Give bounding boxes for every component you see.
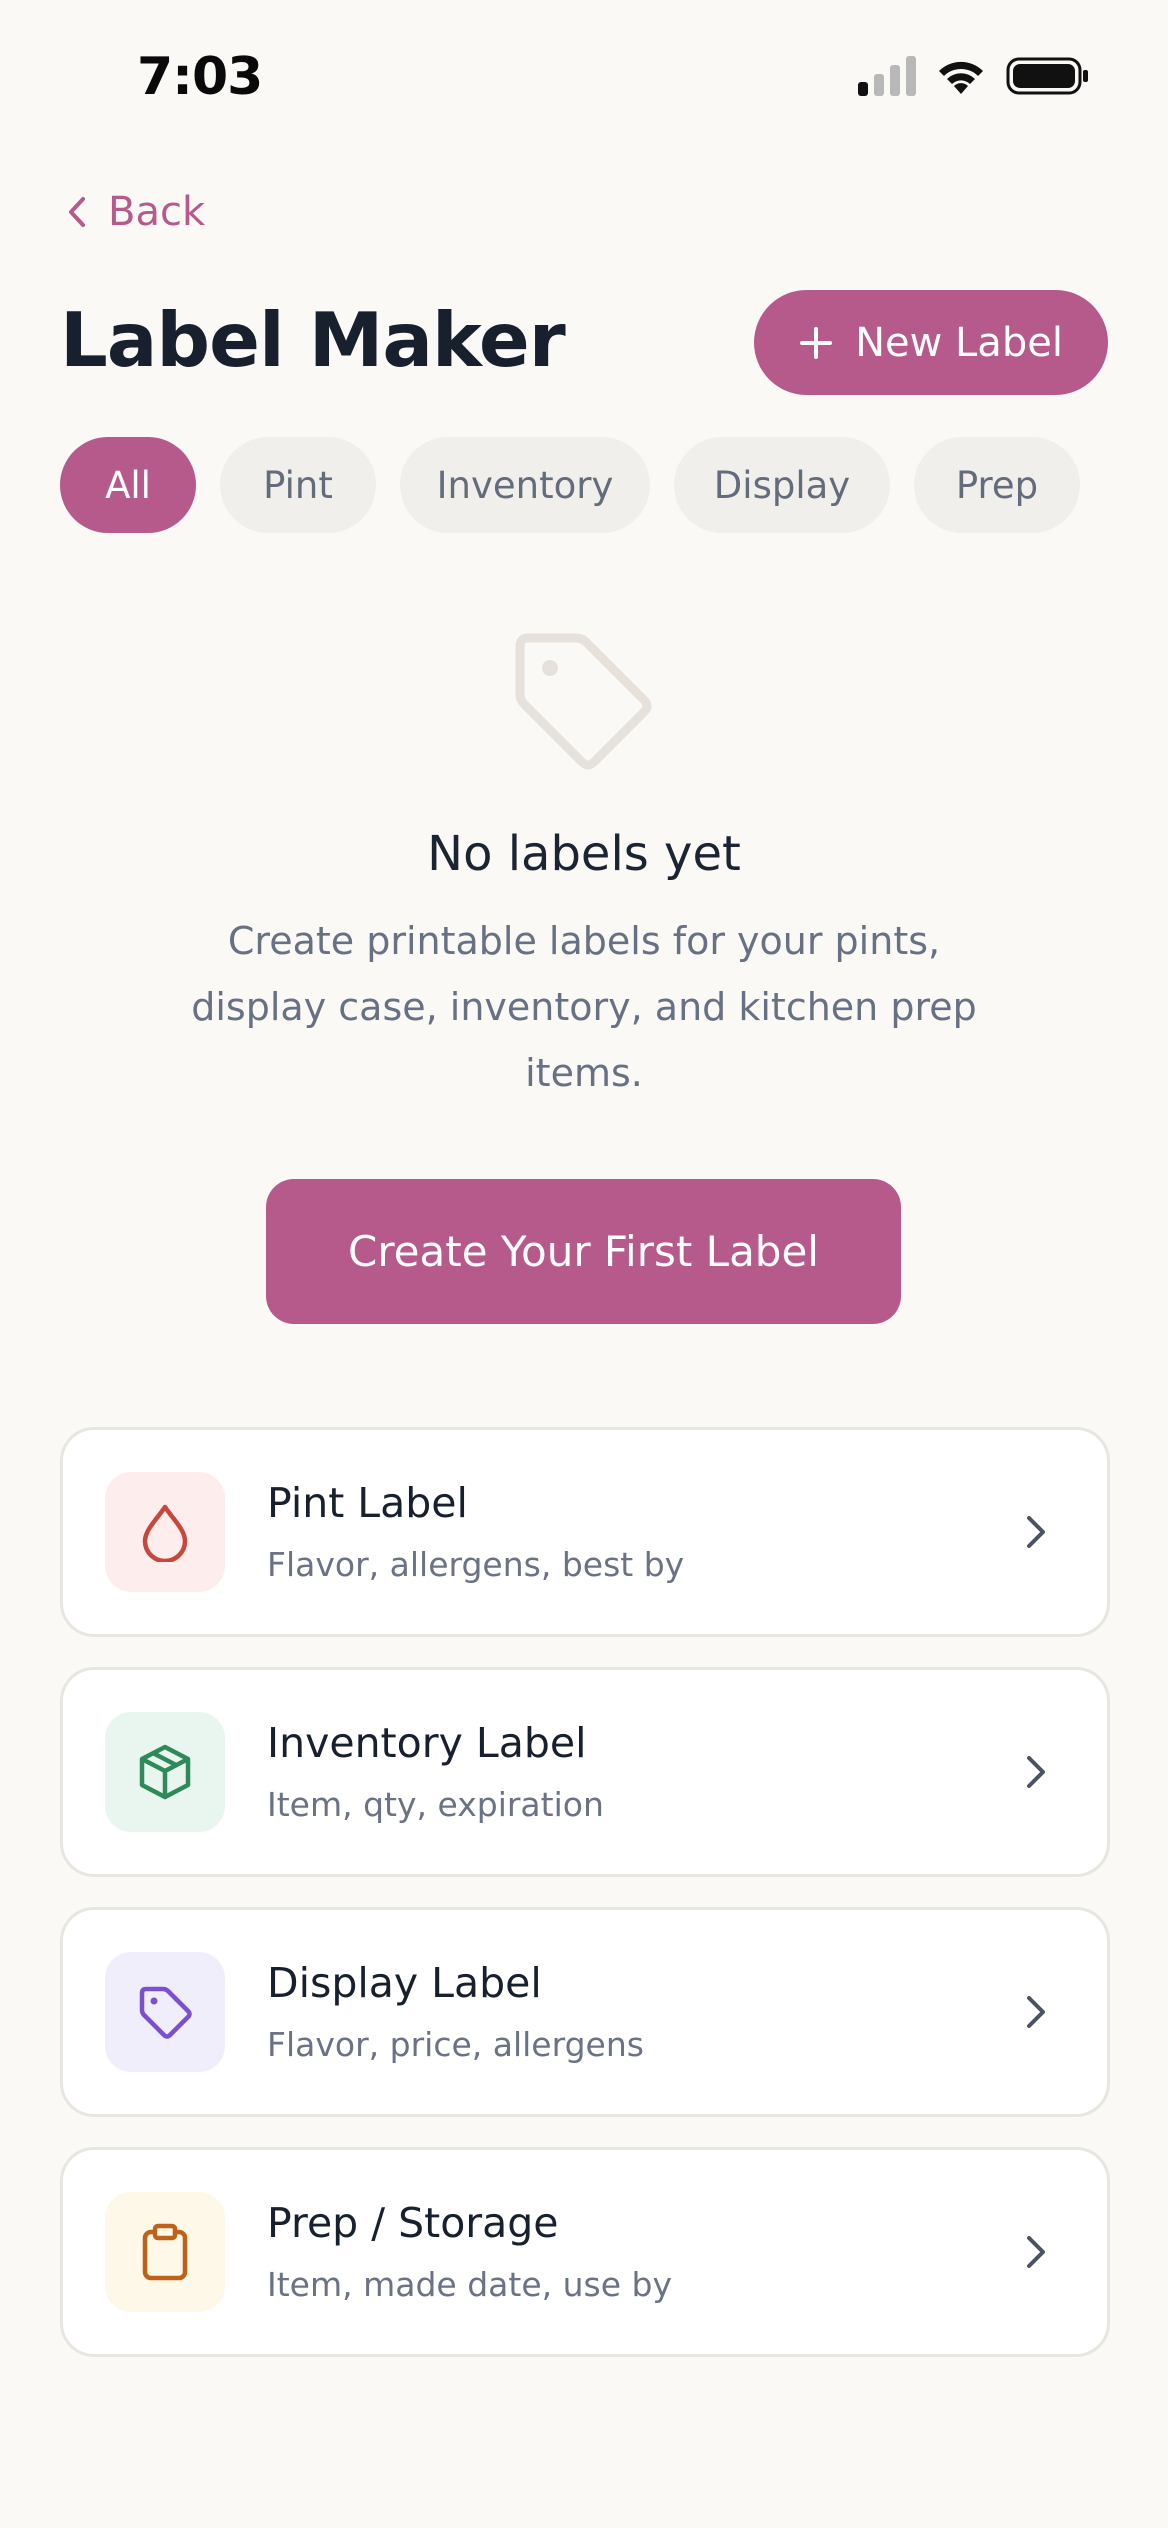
back-button[interactable]: Back: [66, 186, 205, 238]
tag-icon: [139, 1986, 192, 2039]
template-card-subtitle: Flavor, allergens, best by: [267, 1545, 685, 1584]
inventory-icon-tile: [105, 1712, 225, 1832]
template-card-prep[interactable]: Prep / Storage Item, made date, use by: [60, 2147, 1110, 2357]
pint-icon-tile: [105, 1472, 225, 1592]
filter-chip-inventory[interactable]: Inventory: [400, 437, 650, 533]
clipboard-icon: [142, 2223, 188, 2281]
filter-chip-pint[interactable]: Pint: [220, 437, 376, 533]
prep-icon-tile: [105, 2192, 225, 2312]
new-label-button[interactable]: New Label: [754, 290, 1108, 395]
back-label: Back: [108, 189, 206, 235]
droplet-icon: [142, 1504, 188, 1562]
filter-chip-all[interactable]: All: [60, 437, 196, 533]
template-card-title: Inventory Label: [267, 1719, 587, 1767]
create-first-label-button[interactable]: Create Your First Label: [266, 1179, 901, 1324]
page-title: Label Maker: [60, 296, 566, 384]
empty-state-title: No labels yet: [427, 826, 741, 882]
filter-chip-prep[interactable]: Prep: [914, 437, 1080, 533]
plus-icon: [800, 326, 833, 359]
wifi-icon: [939, 61, 983, 94]
template-card-inventory[interactable]: Inventory Label Item, qty, expiration: [60, 1667, 1110, 1877]
chevron-left-icon: [69, 197, 85, 227]
cellular-signal-icon: [858, 56, 916, 96]
template-card-subtitle: Item, qty, expiration: [267, 1785, 604, 1824]
template-card-title: Pint Label: [267, 1479, 468, 1527]
template-card-title: Prep / Storage: [267, 2199, 559, 2247]
box-icon: [139, 1744, 191, 1800]
empty-state-description: Create printable labels for your pints, …: [191, 919, 977, 1095]
tag-icon: [515, 633, 652, 770]
status-time: 7:03: [137, 47, 263, 107]
status-icons: [858, 56, 1090, 96]
filter-chips: All Pint Inventory Display Prep: [60, 437, 1080, 533]
filter-chip-display[interactable]: Display: [674, 437, 890, 533]
chevron-right-icon: [1027, 1756, 1045, 1788]
chevron-right-icon: [1027, 2236, 1045, 2268]
template-card-subtitle: Item, made date, use by: [267, 2265, 672, 2304]
battery-icon: [1006, 57, 1088, 95]
template-card-display[interactable]: Display Label Flavor, price, allergens: [60, 1907, 1110, 2117]
display-icon-tile: [105, 1952, 225, 2072]
chevron-right-icon: [1027, 1996, 1045, 2028]
chevron-right-icon: [1027, 1516, 1045, 1548]
new-label-button-label: New Label: [855, 319, 1063, 366]
template-card-pint[interactable]: Pint Label Flavor, allergens, best by: [60, 1427, 1110, 1637]
template-card-subtitle: Flavor, price, allergens: [267, 2025, 644, 2064]
template-card-title: Display Label: [267, 1959, 542, 2007]
